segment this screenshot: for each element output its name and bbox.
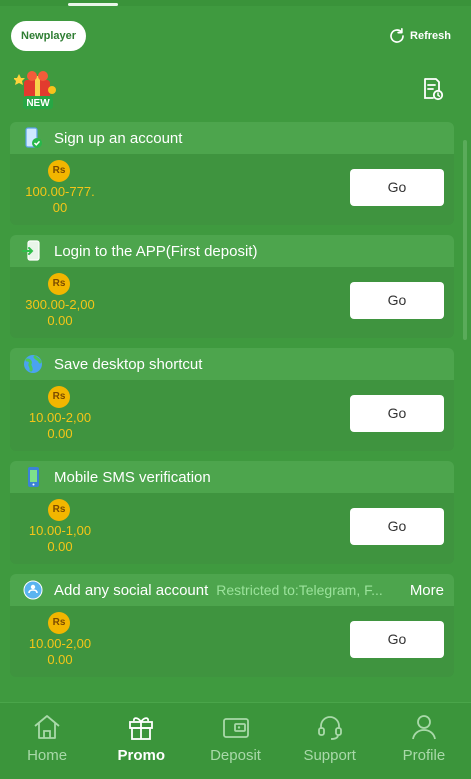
nav-support-label: Support: [303, 747, 356, 764]
task-title: Login to the APP(First deposit): [54, 242, 258, 260]
go-button[interactable]: Go: [350, 282, 444, 319]
nav-support[interactable]: Support: [283, 703, 377, 779]
task-list: Sign up an account Rs 100.00-777. 00 Go …: [10, 122, 454, 687]
go-button[interactable]: Go: [350, 395, 444, 432]
phone-register-icon: [25, 127, 42, 148]
task-title: Add any social account: [54, 581, 209, 599]
history-icon[interactable]: [420, 77, 444, 101]
bottom-navigation: Home Promo Deposit Support Profile: [0, 702, 471, 779]
reward-amount: 10.00-2,00 0.00: [28, 410, 92, 441]
task-title: Sign up an account: [54, 129, 183, 147]
task-card: Mobile SMS verification Rs 10.00-1,00 0.…: [10, 461, 454, 564]
profile-icon: [412, 715, 436, 740]
task-card: Sign up an account Rs 100.00-777. 00 Go: [10, 122, 454, 225]
go-button[interactable]: Go: [350, 621, 444, 658]
reward-amount: 10.00-2,00 0.00: [28, 636, 92, 667]
nav-deposit-label: Deposit: [210, 747, 261, 764]
newplayer-tab[interactable]: Newplayer: [11, 21, 87, 51]
globe-icon: [24, 355, 42, 373]
task-title: Save desktop shortcut: [54, 355, 203, 373]
home-icon: [34, 715, 60, 739]
task-header: Add any social account Restricted to:Tel…: [10, 574, 454, 606]
nav-promo[interactable]: Promo: [94, 703, 188, 779]
restriction-text: Restricted to:Telegram, F...: [216, 582, 383, 598]
rupee-coin-icon: Rs: [48, 160, 70, 182]
task-header: Save desktop shortcut: [10, 348, 454, 380]
mobile-sms-icon: [28, 467, 39, 487]
task-header: Mobile SMS verification: [10, 461, 454, 493]
go-button[interactable]: Go: [350, 169, 444, 206]
task-header: Sign up an account: [10, 122, 454, 154]
rupee-coin-icon: Rs: [48, 273, 70, 295]
rupee-coin-icon: Rs: [48, 612, 70, 634]
scrollbar[interactable]: [463, 140, 467, 340]
new-badge-text: NEW: [26, 98, 50, 109]
task-card: Login to the APP(First deposit) Rs 300.0…: [10, 235, 454, 338]
active-tab-indicator: [68, 3, 118, 6]
reward-amount: 10.00-1,00 0.00: [28, 523, 92, 554]
top-tab-strip: [0, 0, 471, 6]
app-login-icon: [22, 240, 40, 261]
wallet-icon: [222, 718, 249, 738]
rupee-coin-icon: Rs: [48, 386, 70, 408]
reward-amount: 100.00-777. 00: [25, 184, 95, 215]
more-link[interactable]: More: [410, 582, 444, 599]
task-title: Mobile SMS verification: [54, 468, 211, 486]
gift-icon: [129, 717, 154, 740]
nav-home-label: Home: [27, 747, 68, 764]
nav-profile-label: Profile: [402, 747, 446, 764]
new-gift-icon: NEW: [14, 71, 56, 109]
refresh-button[interactable]: Refresh: [388, 27, 451, 45]
task-header: Login to the APP(First deposit): [10, 235, 454, 267]
task-card: Save desktop shortcut Rs 10.00-2,00 0.00…: [10, 348, 454, 451]
nav-home[interactable]: Home: [0, 703, 94, 779]
task-card: Add any social account Restricted to:Tel…: [10, 574, 454, 677]
reward-amount: 300.00-2,00 0.00: [25, 297, 95, 328]
headset-icon: [317, 716, 342, 740]
rupee-coin-icon: Rs: [48, 499, 70, 521]
nav-deposit[interactable]: Deposit: [188, 703, 282, 779]
go-button[interactable]: Go: [350, 508, 444, 545]
nav-profile[interactable]: Profile: [377, 703, 471, 779]
social-account-icon: [23, 580, 43, 600]
nav-promo-label: Promo: [117, 747, 166, 764]
refresh-label: Refresh: [410, 30, 451, 42]
refresh-icon: [390, 28, 404, 43]
